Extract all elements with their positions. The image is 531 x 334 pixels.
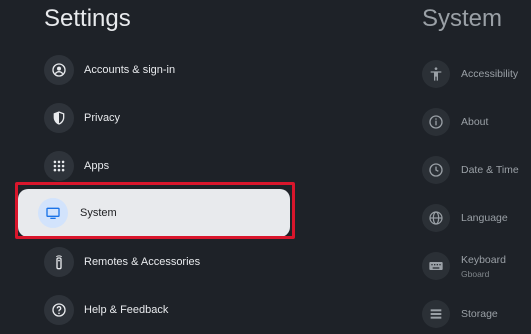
menu-item-help[interactable]: Help & Feedback: [28, 286, 292, 334]
system-item-keyboard[interactable]: Keyboard Gboard: [422, 247, 531, 285]
menu-item-privacy[interactable]: Privacy: [28, 94, 292, 142]
menu-item-label: Remotes & Accessories: [84, 256, 201, 268]
system-panel-title: System: [422, 5, 503, 32]
system-item-label: About: [461, 116, 489, 128]
info-icon: [422, 108, 450, 136]
system-item-label: Keyboard: [461, 253, 506, 266]
menu-item-accounts[interactable]: Accounts & sign-in: [28, 46, 292, 94]
system-item-date-time[interactable]: Date & Time: [422, 151, 531, 189]
system-item-label: Storage: [461, 308, 498, 320]
system-item-sublabel: Gboard: [461, 268, 490, 279]
menu-item-system[interactable]: System: [18, 189, 290, 237]
menu-item-label: Privacy: [84, 112, 121, 124]
apps-grid-icon: [44, 151, 74, 181]
globe-icon: [422, 204, 450, 232]
system-item-language[interactable]: Language: [422, 199, 531, 237]
remote-icon: [44, 247, 74, 277]
accessibility-icon: [422, 60, 450, 88]
shield-icon: [44, 103, 74, 133]
system-item-accessibility[interactable]: Accessibility: [422, 55, 531, 93]
tv-icon: [38, 198, 68, 228]
system-item-label: Accessibility: [461, 68, 519, 80]
system-item-label: Date & Time: [461, 164, 519, 176]
menu-item-remotes[interactable]: Remotes & Accessories: [28, 238, 292, 286]
keyboard-text: Keyboard Gboard: [461, 254, 506, 279]
keyboard-icon: [422, 252, 450, 280]
storage-icon: [422, 300, 450, 328]
system-item-label: Language: [461, 212, 508, 224]
menu-item-label: System: [80, 207, 117, 219]
clock-icon: [422, 156, 450, 184]
menu-item-apps[interactable]: Apps: [28, 142, 292, 190]
system-item-storage[interactable]: Storage: [422, 295, 531, 333]
menu-item-label: Apps: [84, 160, 110, 172]
account-icon: [44, 55, 74, 85]
settings-title: Settings: [44, 5, 131, 32]
system-item-about[interactable]: About: [422, 103, 531, 141]
help-icon: [44, 295, 74, 325]
menu-item-label: Help & Feedback: [84, 304, 169, 316]
menu-item-label: Accounts & sign-in: [84, 64, 176, 76]
